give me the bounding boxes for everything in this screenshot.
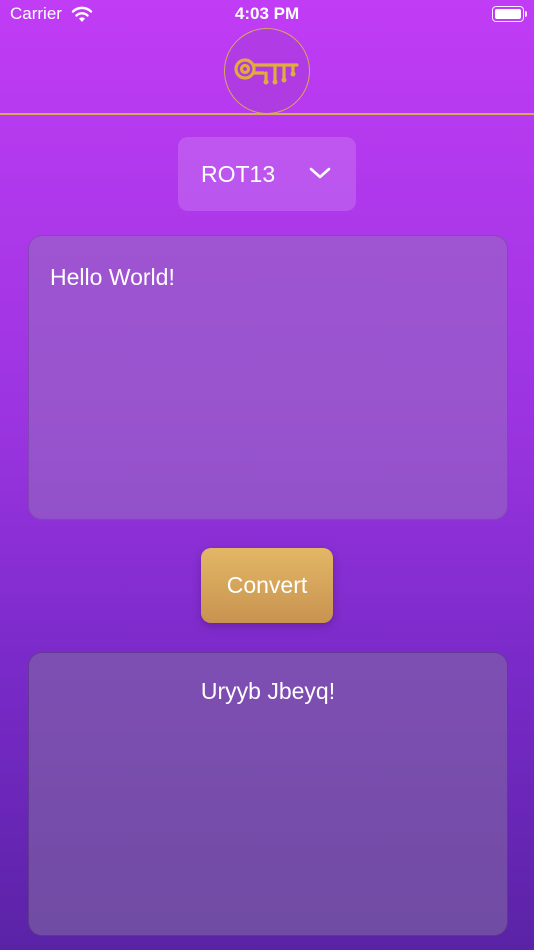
header-divider <box>0 113 534 115</box>
cipher-picker[interactable]: ROT13 <box>178 137 356 211</box>
app-logo <box>224 28 310 114</box>
key-icon <box>234 58 299 85</box>
input-text-area[interactable]: Hello World! <box>28 235 508 520</box>
output-text-area[interactable]: Uryyb Jbeyq! <box>28 652 508 936</box>
cipher-picker-label: ROT13 <box>201 161 276 187</box>
status-bar: Carrier 4:03 PM <box>0 0 534 30</box>
output-text: Uryyb Jbeyq! <box>200 678 336 704</box>
input-text: Hello World! <box>50 264 175 290</box>
clock: 4:03 PM <box>234 4 300 23</box>
battery-icon <box>492 6 527 22</box>
convert-button[interactable]: Convert <box>201 548 333 623</box>
chevron-down-icon <box>309 167 331 179</box>
